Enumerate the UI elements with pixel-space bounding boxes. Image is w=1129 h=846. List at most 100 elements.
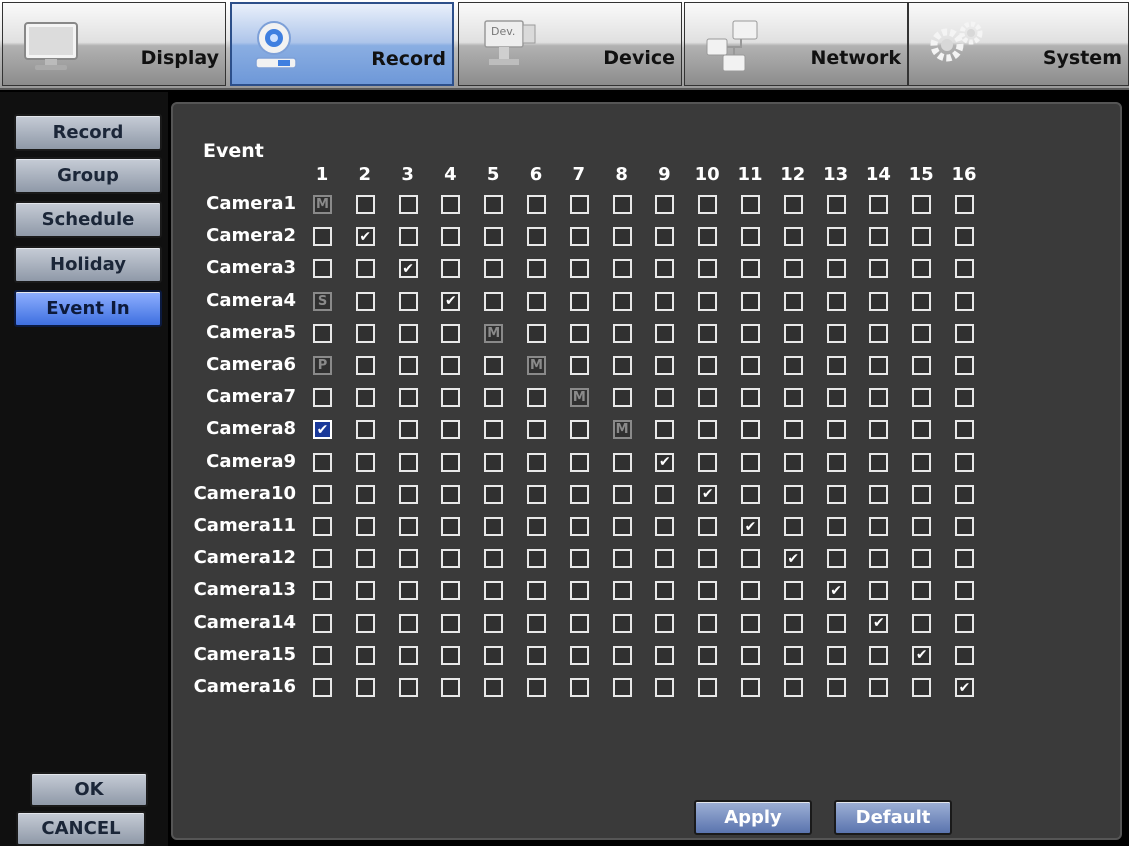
event-checkbox[interactable] — [826, 645, 846, 665]
event-checkbox[interactable] — [783, 678, 803, 697]
event-checkbox[interactable] — [869, 195, 889, 214]
event-checkbox[interactable] — [783, 420, 803, 440]
event-checkbox[interactable] — [569, 356, 589, 375]
event-checkbox[interactable] — [313, 323, 332, 343]
event-checkbox[interactable] — [527, 645, 546, 665]
event-checkbox[interactable] — [441, 323, 461, 343]
event-checkbox[interactable] — [441, 388, 461, 408]
event-checkbox[interactable] — [527, 323, 546, 343]
event-checkbox[interactable] — [398, 613, 418, 633]
event-checkbox[interactable] — [869, 227, 889, 247]
event-checkbox[interactable] — [569, 323, 589, 343]
event-checkbox[interactable] — [355, 581, 375, 601]
tab-display[interactable]: Display — [2, 2, 226, 86]
event-checkbox[interactable] — [655, 645, 675, 665]
event-checkbox[interactable] — [826, 227, 846, 247]
event-checkbox[interactable] — [355, 517, 375, 536]
event-checkbox[interactable] — [355, 259, 375, 279]
event-checkbox[interactable] — [484, 420, 504, 440]
event-checkbox[interactable] — [783, 259, 803, 279]
event-checkbox[interactable]: ✔ — [783, 549, 803, 569]
event-checkbox[interactable] — [484, 645, 504, 665]
event-checkbox[interactable] — [869, 356, 889, 375]
event-checkbox[interactable] — [398, 420, 418, 440]
event-checkbox[interactable] — [313, 517, 332, 536]
event-checkbox[interactable] — [527, 420, 546, 440]
event-checkbox[interactable] — [527, 291, 546, 311]
event-checkbox[interactable] — [313, 259, 332, 279]
apply-button[interactable]: Apply — [694, 800, 812, 835]
event-checkbox[interactable] — [826, 678, 846, 697]
event-checkbox[interactable] — [912, 420, 932, 440]
event-checkbox[interactable] — [612, 227, 632, 247]
event-checkbox[interactable] — [741, 484, 760, 504]
event-checkbox[interactable] — [484, 259, 504, 279]
event-checkbox[interactable] — [783, 452, 803, 472]
event-checkbox[interactable] — [955, 388, 974, 408]
event-checkbox[interactable] — [655, 356, 675, 375]
event-checkbox[interactable] — [698, 356, 718, 375]
event-checkbox[interactable] — [612, 323, 632, 343]
event-checkbox[interactable] — [912, 678, 932, 697]
event-checkbox[interactable] — [655, 517, 675, 536]
tab-network[interactable]: Network — [684, 2, 908, 86]
event-checkbox[interactable] — [441, 259, 461, 279]
event-checkbox[interactable] — [527, 549, 546, 569]
event-checkbox[interactable] — [698, 259, 718, 279]
event-checkbox[interactable] — [912, 227, 932, 247]
event-checkbox[interactable] — [955, 484, 974, 504]
event-checkbox[interactable] — [826, 291, 846, 311]
event-checkbox[interactable] — [783, 227, 803, 247]
event-checkbox[interactable] — [912, 259, 932, 279]
event-checkbox[interactable]: ✔ — [741, 517, 760, 536]
event-checkbox[interactable] — [783, 581, 803, 601]
event-checkbox[interactable] — [741, 388, 760, 408]
event-checkbox[interactable] — [912, 581, 932, 601]
event-checkbox[interactable] — [612, 291, 632, 311]
event-checkbox[interactable] — [569, 517, 589, 536]
event-checkbox[interactable] — [955, 613, 974, 633]
event-checkbox[interactable] — [955, 581, 974, 601]
event-checkbox[interactable] — [441, 678, 461, 697]
event-checkbox[interactable] — [484, 581, 504, 601]
event-checkbox[interactable]: M — [313, 195, 332, 214]
event-checkbox[interactable] — [912, 356, 932, 375]
event-checkbox[interactable] — [398, 195, 418, 214]
event-checkbox[interactable] — [912, 452, 932, 472]
event-checkbox[interactable] — [398, 549, 418, 569]
event-checkbox[interactable] — [569, 291, 589, 311]
event-checkbox[interactable] — [912, 484, 932, 504]
event-checkbox[interactable] — [612, 484, 632, 504]
event-checkbox[interactable] — [912, 323, 932, 343]
event-checkbox[interactable] — [398, 388, 418, 408]
event-checkbox[interactable] — [612, 645, 632, 665]
event-checkbox[interactable] — [869, 388, 889, 408]
event-checkbox[interactable] — [698, 291, 718, 311]
event-checkbox[interactable] — [398, 291, 418, 311]
event-checkbox[interactable] — [955, 323, 974, 343]
event-checkbox[interactable] — [741, 678, 760, 697]
event-checkbox[interactable] — [398, 227, 418, 247]
event-checkbox[interactable] — [441, 420, 461, 440]
event-checkbox[interactable] — [527, 678, 546, 697]
event-checkbox[interactable] — [741, 356, 760, 375]
event-checkbox[interactable] — [826, 420, 846, 440]
event-checkbox[interactable] — [955, 195, 974, 214]
event-checkbox[interactable] — [783, 517, 803, 536]
event-checkbox[interactable] — [741, 452, 760, 472]
event-checkbox[interactable] — [569, 420, 589, 440]
event-checkbox[interactable] — [869, 291, 889, 311]
event-checkbox[interactable] — [612, 613, 632, 633]
event-checkbox[interactable] — [612, 388, 632, 408]
event-checkbox[interactable]: ✔ — [869, 613, 889, 633]
default-button[interactable]: Default — [834, 800, 952, 835]
event-checkbox[interactable]: M — [569, 388, 589, 408]
event-checkbox[interactable] — [484, 356, 504, 375]
event-checkbox[interactable] — [869, 259, 889, 279]
event-checkbox[interactable] — [527, 227, 546, 247]
event-checkbox[interactable] — [398, 484, 418, 504]
event-checkbox[interactable] — [826, 549, 846, 569]
event-checkbox[interactable] — [441, 195, 461, 214]
event-checkbox[interactable] — [655, 227, 675, 247]
event-checkbox[interactable] — [441, 517, 461, 536]
